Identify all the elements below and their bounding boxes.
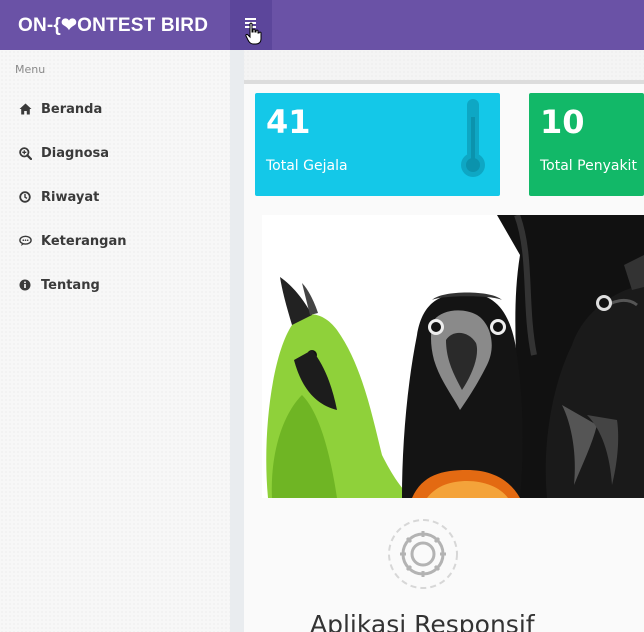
sidebar-item-label: Riwayat [41, 189, 100, 205]
sidebar-item-riwayat[interactable]: Riwayat [0, 175, 230, 219]
sidebar-item-diagnosa[interactable]: Diagnosa [0, 131, 230, 175]
stat-box-total-penyakit[interactable]: 10 Total Penyakit [529, 93, 644, 196]
info-icon [18, 278, 32, 292]
sidebar-item-beranda[interactable]: Beranda [0, 87, 230, 131]
menu-heading: Menu [15, 63, 46, 76]
comment-icon [18, 234, 32, 248]
thermometer-icon [461, 99, 485, 177]
sidebar-item-label: Diagnosa [41, 145, 110, 161]
feature-title: Aplikasi Responsif [310, 610, 535, 632]
sidebar-item-keterangan[interactable]: Keterangan [0, 219, 230, 263]
hand-cursor-icon [245, 22, 262, 45]
stat-box-total-gejala[interactable]: 41 Total Gejala [255, 93, 500, 196]
hero-birds-illustration [262, 215, 644, 498]
stat-value: 10 [540, 103, 585, 141]
birds-image [266, 215, 644, 498]
sidebar-item-label: Tentang [41, 277, 100, 293]
brand-logo[interactable]: ON-{❤ONTEST BIRD [0, 0, 230, 50]
home-icon [18, 102, 32, 116]
top-navbar: ON-{❤ONTEST BIRD [0, 0, 644, 50]
sidebar-item-label: Beranda [41, 101, 103, 117]
stat-label: Total Gejala [266, 158, 348, 174]
stat-value: 41 [266, 103, 311, 141]
stat-label: Total Penyakit [540, 158, 637, 174]
sidebar-item-tentang[interactable]: Tentang [0, 263, 230, 307]
content-left-edge [230, 50, 244, 632]
search-plus-icon [18, 146, 32, 160]
gear-icon [386, 517, 460, 591]
sidebar: Menu Beranda Diagnosa Riwayat Keterangan… [0, 50, 230, 632]
sidebar-item-label: Keterangan [41, 233, 127, 249]
clock-icon [18, 190, 32, 204]
